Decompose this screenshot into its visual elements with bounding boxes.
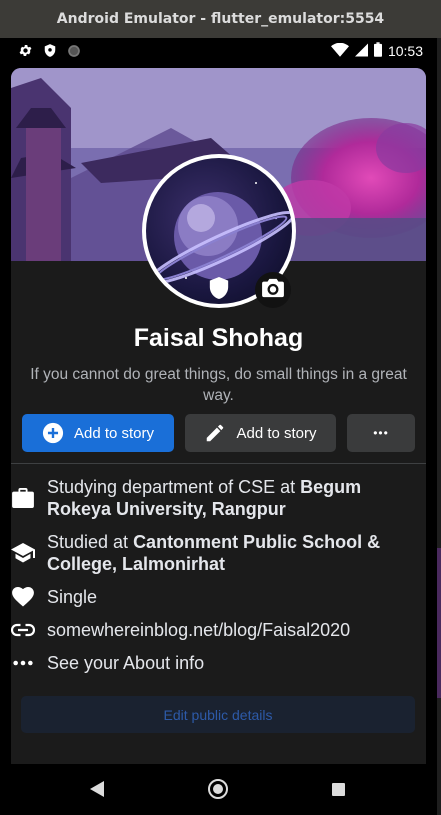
window-titlebar: Android Emulator - flutter_emulator:5554 (0, 0, 441, 38)
profile-lock-shield-icon (208, 276, 230, 304)
emulator-edge (437, 38, 441, 815)
more-options-button[interactable]: ••• (347, 414, 415, 452)
profile-card: Faisal Shohag If you cannot do great thi… (11, 68, 426, 768)
battery-icon (373, 42, 382, 60)
wifi-icon (330, 42, 349, 60)
see-about-info-text: See your About info (47, 653, 205, 673)
heart-icon (11, 587, 35, 607)
edit-story-label: Add to story (236, 424, 317, 442)
change-photo-button[interactable] (255, 272, 291, 308)
home-icon[interactable] (208, 779, 228, 799)
about-relationship-text: Single (47, 587, 98, 607)
link-icon (11, 620, 35, 640)
phone-screen: 10:53 Faisal Shohag If you cannot do gre… (0, 38, 437, 815)
more-dots-icon: ••• (373, 426, 389, 440)
about-work-text: Studying department of CSE at Begum Roke… (47, 477, 362, 519)
about-work-row: Studying department of CSE at Begum Roke… (11, 476, 426, 520)
window-title: Android Emulator - flutter_emulator:5554 (56, 11, 385, 27)
status-bar: 10:53 (0, 38, 437, 64)
back-icon[interactable] (90, 781, 104, 802)
recents-icon[interactable] (332, 783, 345, 796)
edit-story-button[interactable]: Add to story (185, 414, 336, 452)
profile-bio: If you cannot do great things, do small … (30, 366, 407, 404)
add-circle-icon (42, 422, 64, 444)
about-education-text: Studied at Cantonment Public School & Co… (47, 532, 381, 574)
see-about-info-row[interactable]: See your About info (11, 652, 426, 674)
pencil-icon (204, 422, 226, 444)
camera-icon (262, 278, 284, 303)
briefcase-icon (11, 488, 35, 508)
graduation-cap-icon (11, 543, 35, 563)
shield-icon (43, 43, 57, 63)
edit-public-details-label: Edit public details (163, 706, 273, 723)
about-education-row: Studied at Cantonment Public School & Co… (11, 531, 426, 575)
status-time: 10:53 (387, 43, 423, 59)
about-website-row[interactable]: somewhereinblog.net/blog/Faisal2020 (11, 619, 426, 641)
edit-public-details-button[interactable]: Edit public details (21, 696, 415, 733)
about-website-link[interactable]: somewhereinblog.net/blog/Faisal2020 (47, 619, 417, 641)
circle-dot-icon (67, 44, 81, 63)
add-to-story-label: Add to story (73, 424, 155, 442)
profile-screen[interactable]: Faisal Shohag If you cannot do great thi… (0, 64, 437, 768)
profile-name: Faisal Shohag (133, 324, 304, 352)
add-to-story-button[interactable]: Add to story (22, 414, 174, 452)
divider (11, 463, 426, 464)
signal-icon (354, 43, 368, 60)
android-nav-bar (0, 764, 437, 815)
more-horizontal-icon (11, 653, 35, 673)
settings-icon (18, 43, 33, 63)
about-relationship-row: Single (11, 586, 426, 608)
